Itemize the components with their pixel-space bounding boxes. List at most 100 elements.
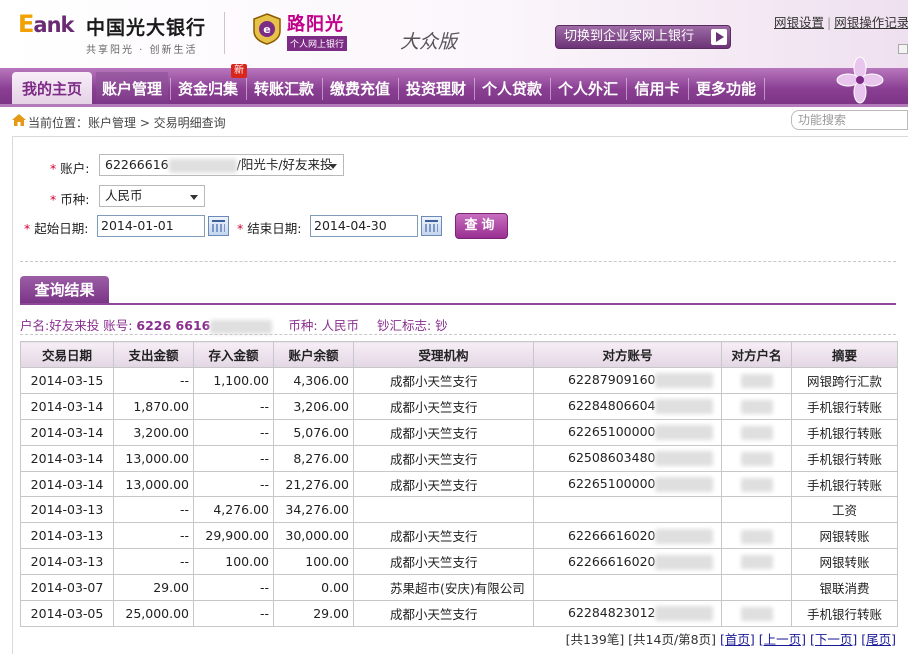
top-links: 网银设置 | 网银操作记录 [774, 12, 908, 31]
function-search-input[interactable]: 功能搜索 [791, 110, 908, 130]
window-corner-icon [898, 44, 908, 54]
query-button[interactable]: 查询 [455, 213, 508, 239]
pager-last-link[interactable]: [尾页] [861, 632, 896, 647]
cell-date: 2014-03-13 [20, 522, 114, 550]
cell-balance: 21,276.00 [273, 470, 354, 498]
nav-separator [246, 78, 247, 100]
sun-badge-icon: e [253, 13, 281, 45]
link-ebank-settings[interactable]: 网银设置 [774, 15, 824, 30]
nav-more[interactable]: 更多功能 [690, 72, 762, 106]
cell-text: 62284806604 [568, 398, 656, 414]
cell-text: 62265100000 [568, 476, 656, 491]
nav-separator [688, 78, 689, 100]
masked-digits [655, 425, 714, 441]
end-date-label: * 结束日期: [237, 218, 301, 237]
cell-balance: 100.00 [273, 548, 354, 576]
cell-counter-account: 62266616020 [533, 548, 722, 576]
logo-e: E [18, 10, 34, 38]
cell-credit: -- [193, 444, 274, 472]
cell-text: -- [259, 424, 269, 440]
currency-select[interactable]: 人民币 [99, 185, 205, 207]
cell-branch: 成都小天竺支行 [353, 418, 534, 446]
column-header: 对方账号 [533, 341, 722, 368]
cell-credit: 4,276.00 [193, 496, 274, 524]
cell-text: -- [179, 372, 189, 388]
column-header: 摘要 [791, 341, 898, 368]
cell-date: 2014-03-14 [20, 444, 114, 472]
cell-date: 2014-03-05 [20, 600, 114, 627]
nav-investment[interactable]: 投资理财 [400, 72, 472, 106]
cell-text: 手机银行转账 [806, 425, 882, 441]
cell-text: 30,000.00 [285, 528, 349, 544]
pager-info: [共139笔] [共14页/第8页] [565, 632, 716, 647]
cell-counter-name [721, 470, 792, 498]
cell-branch: 成都小天竺支行 [353, 367, 534, 394]
pager-first-link[interactable]: [首页] [720, 632, 755, 647]
pagination: [共139笔] [共14页/第8页] [首页] [上一页] [下一页] [尾页] [566, 629, 896, 648]
cell-debit: 25,000.00 [113, 600, 194, 627]
nav-home[interactable]: 我的主页 [12, 72, 92, 106]
cell-text: 62508603480 [568, 450, 656, 466]
calendar-icon[interactable] [421, 216, 442, 236]
cell-date: 2014-03-15 [20, 367, 114, 394]
link-operation-records[interactable]: 网银操作记录 [834, 15, 908, 30]
nav-foreign-exchange[interactable]: 个人外汇 [552, 72, 624, 106]
start-date-input[interactable]: 2014-01-01 [97, 215, 205, 237]
section-divider [20, 261, 896, 262]
cell-credit: -- [193, 418, 274, 446]
cell-credit: 1,100.00 [193, 367, 274, 394]
nav-transfer[interactable]: 转账汇款 [248, 72, 320, 106]
tab-query-results[interactable]: 查询结果 [20, 276, 109, 304]
cell-text: 1,100.00 [213, 372, 269, 388]
account-select[interactable]: 62266616/阳光卡/好友来投 [99, 154, 344, 176]
nav-separator [626, 78, 627, 100]
switch-enterprise-button[interactable]: 切换到企业家网上银行 [555, 25, 731, 49]
cell-text: 成都小天竺支行 [390, 373, 478, 389]
account-prefix: 62266616 [105, 157, 169, 172]
end-date-input[interactable]: 2014-04-30 [310, 215, 418, 237]
nav-separator [474, 78, 475, 100]
masked-name [740, 451, 773, 466]
sun-brand-title: 路阳光 [287, 14, 344, 35]
transaction-table: 交易日期 支出金额 存入金额 账户余额 受理机构 对方账号 对方户名 摘要 2014-03-1… [20, 341, 898, 627]
cell-debit: -- [113, 522, 194, 550]
cell-memo: 网银转账 [791, 522, 898, 550]
cell-branch: 成都小天竺支行 [353, 392, 534, 420]
svg-text:e: e [263, 23, 270, 36]
cell-date: 2014-03-14 [20, 470, 114, 498]
header-divider [224, 12, 225, 54]
pager-prev-link[interactable]: [上一页] [759, 632, 806, 647]
cell-counter-name [721, 600, 792, 627]
cell-balance: 29.00 [273, 600, 354, 627]
masked-name [740, 400, 773, 415]
cell-balance: 4,306.00 [273, 367, 354, 394]
cell-text: 2014-03-15 [30, 372, 104, 388]
cell-branch: 成都小天竺支行 [353, 444, 534, 472]
required-mark: * [50, 192, 57, 207]
nav-personal-loan[interactable]: 个人贷款 [476, 72, 548, 106]
cell-text: 网银转账 [819, 529, 870, 545]
cell-balance: 5,076.00 [273, 418, 354, 446]
pager-next-link[interactable]: [下一页] [810, 632, 857, 647]
cell-memo: 手机银行转账 [791, 418, 898, 446]
nav-bottom-strip [0, 104, 908, 107]
cell-text: 1,870.00 [133, 398, 189, 414]
table-row: 2014-03-13 -- 29,900.00 30,000.00 成都小天竺支行 622… [20, 522, 898, 550]
link-separator: | [827, 15, 832, 30]
cell-debit: 13,000.00 [113, 444, 194, 472]
cell-counter-name [721, 522, 792, 550]
cell-text: 成都小天竺支行 [390, 606, 478, 622]
cell-branch: 成都小天竺支行 [353, 470, 534, 498]
nav-payment-recharge[interactable]: 缴费充值 [324, 72, 396, 106]
calendar-icon[interactable] [208, 216, 229, 236]
masked-name [740, 529, 773, 544]
nav-account-management[interactable]: 账户管理 [96, 72, 168, 106]
cell-text: 4,306.00 [293, 372, 349, 388]
cell-text: 29,900.00 [205, 528, 269, 544]
chevron-down-icon [329, 164, 337, 169]
cell-text: 13,000.00 [125, 476, 189, 492]
nav-credit-card[interactable]: 信用卡 [628, 72, 686, 106]
cell-credit: -- [193, 600, 274, 627]
cell-branch: 成都小天竺支行 [353, 600, 534, 627]
bank-name: 中国光大银行 [86, 17, 207, 39]
